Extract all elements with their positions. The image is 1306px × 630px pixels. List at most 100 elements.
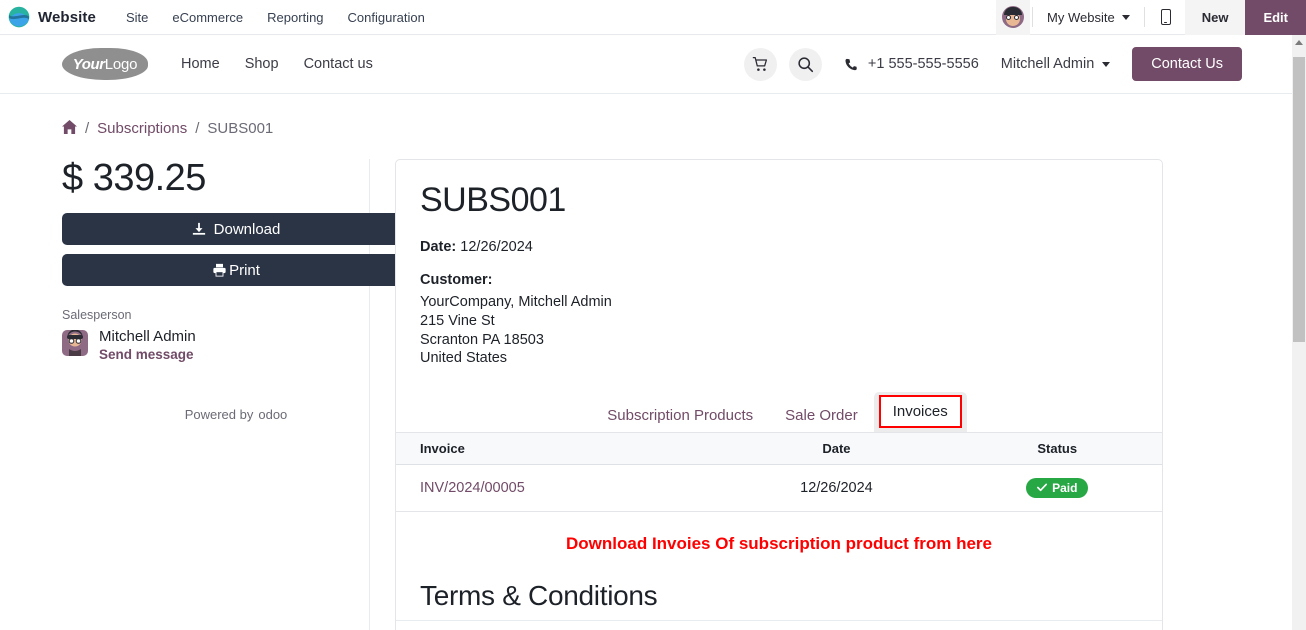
system-bar-left: Website bbox=[0, 0, 96, 35]
customer-block: Customer: YourCompany, Mitchell Admin 21… bbox=[420, 271, 1138, 368]
column-header-invoice: Invoice bbox=[396, 431, 703, 465]
breadcrumb: / Subscriptions / SUBS001 bbox=[0, 95, 1292, 137]
cell-invoice-date: 12/26/2024 bbox=[702, 464, 971, 512]
tab-subscription-products[interactable]: Subscription Products bbox=[591, 399, 769, 432]
left-sidebar: $ 339.25 Download Print Salesperson Mitc… bbox=[0, 157, 410, 630]
powered-by: Powered by odoo bbox=[62, 407, 410, 422]
salesperson-name: Mitchell Admin bbox=[99, 328, 196, 345]
menu-item-configuration[interactable]: Configuration bbox=[336, 0, 437, 35]
cell-invoice-number: INV/2024/00005 bbox=[396, 464, 703, 512]
nav-item-shop[interactable]: Shop bbox=[236, 50, 288, 78]
website-header: Your Logo Home Shop Contact us +1 555-55… bbox=[0, 35, 1292, 94]
website-selector[interactable]: My Website bbox=[1035, 0, 1142, 35]
divider-2 bbox=[1143, 7, 1145, 27]
menu-item-ecommerce[interactable]: eCommerce bbox=[160, 0, 255, 35]
mobile-preview-button[interactable] bbox=[1147, 0, 1185, 35]
user-menu[interactable]: Mitchell Admin bbox=[1000, 56, 1111, 72]
tab-invoices-highlight-wrapper: Invoices bbox=[873, 391, 967, 432]
menu-item-reporting[interactable]: Reporting bbox=[255, 0, 335, 35]
tab-sale-order[interactable]: Sale Order bbox=[769, 399, 874, 432]
mobile-icon bbox=[1160, 9, 1171, 25]
phone-number: +1 555-555-5556 bbox=[867, 56, 979, 72]
date-value: 12/26/2024 bbox=[460, 239, 533, 256]
home-icon[interactable] bbox=[62, 120, 77, 137]
page-scrollbar[interactable] bbox=[1292, 35, 1306, 630]
shopping-cart-icon bbox=[753, 56, 768, 71]
site-nav: Home Shop Contact us bbox=[172, 50, 382, 78]
tab-invoices[interactable]: Invoices bbox=[878, 394, 962, 428]
phone-block[interactable]: +1 555-555-5556 bbox=[844, 56, 979, 72]
status-badge-label: Paid bbox=[1052, 480, 1078, 495]
breadcrumb-item-subscriptions[interactable]: Subscriptions bbox=[97, 120, 187, 137]
page-title: SUBS001 bbox=[420, 181, 566, 219]
main-panel: SUBS001 Date: 12/26/2024 Customer: YourC… bbox=[370, 159, 1292, 630]
chevron-down-icon bbox=[1121, 14, 1130, 20]
subscription-card: SUBS001 Date: 12/26/2024 Customer: YourC… bbox=[395, 159, 1163, 630]
invoices-table-body: INV/2024/00005 12/26/2024 Paid bbox=[396, 464, 1162, 512]
system-menu: Site eCommerce Reporting Configuration bbox=[114, 0, 437, 35]
breadcrumb-separator-2: / bbox=[195, 120, 200, 137]
contact-us-button[interactable]: Contact Us bbox=[1132, 47, 1242, 81]
table-row[interactable]: INV/2024/00005 12/26/2024 Paid bbox=[396, 464, 1162, 512]
nav-item-contact-us[interactable]: Contact us bbox=[295, 50, 382, 78]
invoices-table: Invoice Date Status INV/2024/00005 12/26… bbox=[396, 431, 1162, 512]
terms-title: Terms & Conditions bbox=[396, 566, 1162, 621]
terms-body: Terms & Conditions: http://localhost:806… bbox=[396, 621, 1162, 630]
cart-button[interactable] bbox=[743, 47, 777, 81]
invoices-table-head: Invoice Date Status bbox=[396, 431, 1162, 465]
customer-line-4: United States bbox=[420, 350, 508, 367]
scroll-up-arrow-icon[interactable] bbox=[1292, 35, 1306, 50]
printer-icon bbox=[213, 263, 226, 277]
invoice-link[interactable]: INV/2024/00005 bbox=[420, 480, 525, 496]
send-message-link[interactable]: Send message bbox=[99, 346, 196, 364]
page-root: Website Site eCommerce Reporting Configu… bbox=[0, 0, 1306, 630]
chevron-down-icon-user bbox=[1102, 61, 1111, 67]
salesperson-label: Salesperson bbox=[62, 308, 132, 322]
date-row: Date: 12/26/2024 bbox=[420, 239, 1138, 255]
user-avatar-icon bbox=[1002, 6, 1025, 28]
system-bar-right: My Website New Edit bbox=[996, 0, 1306, 35]
download-button[interactable]: Download bbox=[62, 213, 410, 245]
breadcrumb-separator-1: / bbox=[85, 120, 90, 137]
two-column-layout: $ 339.25 Download Print Salesperson Mitc… bbox=[0, 159, 1292, 630]
nav-item-home[interactable]: Home bbox=[172, 50, 229, 78]
date-label: Date: bbox=[420, 239, 457, 256]
card-header-block: SUBS001 Date: 12/26/2024 Customer: YourC… bbox=[396, 181, 1162, 368]
customer-label: Customer: bbox=[420, 272, 493, 289]
new-button[interactable]: New bbox=[1184, 0, 1246, 35]
phone-icon bbox=[845, 58, 857, 70]
search-icon bbox=[798, 56, 813, 72]
app-name: Website bbox=[38, 8, 96, 26]
divider bbox=[1032, 7, 1034, 27]
search-button[interactable] bbox=[788, 47, 822, 81]
odoo-wordmark[interactable]: odoo bbox=[258, 407, 287, 422]
print-button[interactable]: Print bbox=[62, 254, 410, 286]
website-selector-label: My Website bbox=[1047, 9, 1115, 25]
odoo-system-bar: Website Site eCommerce Reporting Configu… bbox=[0, 0, 1306, 35]
page-content: / Subscriptions / SUBS001 $ 339.25 Downl… bbox=[0, 95, 1292, 630]
annotation-note: Download Invoies Of subscription product… bbox=[566, 533, 992, 553]
site-logo[interactable]: Your Logo bbox=[62, 48, 148, 80]
cell-invoice-status: Paid bbox=[970, 464, 1162, 512]
menu-item-site[interactable]: Site bbox=[114, 0, 160, 35]
customer-line-2: 215 Vine St bbox=[420, 312, 495, 329]
site-logo-text-1: Your bbox=[72, 55, 105, 73]
total-amount: $ 339.25 bbox=[62, 157, 206, 199]
salesperson-info: Mitchell Admin Send message bbox=[99, 328, 196, 364]
edit-button[interactable]: Edit bbox=[1245, 0, 1306, 35]
powered-by-label: Powered by bbox=[184, 407, 254, 423]
document-tabs: Subscription Products Sale Order Invoice… bbox=[396, 391, 1162, 432]
download-button-label: Download bbox=[213, 220, 281, 238]
column-header-date: Date bbox=[702, 431, 971, 465]
status-badge: Paid bbox=[1026, 477, 1089, 498]
header-right: +1 555-555-5556 Mitchell Admin Contact U… bbox=[743, 47, 1292, 81]
print-button-label: Print bbox=[229, 261, 260, 279]
table-header-row: Invoice Date Status bbox=[396, 431, 1162, 465]
odoo-logo-icon[interactable] bbox=[8, 6, 30, 28]
scrollbar-thumb[interactable] bbox=[1293, 57, 1305, 342]
user-avatar-button[interactable] bbox=[996, 0, 1031, 35]
salesperson-block: Mitchell Admin Send message bbox=[62, 328, 347, 364]
user-menu-label: Mitchell Admin bbox=[1000, 56, 1095, 72]
breadcrumb-item-current: SUBS001 bbox=[207, 120, 274, 137]
check-icon bbox=[1037, 483, 1048, 492]
